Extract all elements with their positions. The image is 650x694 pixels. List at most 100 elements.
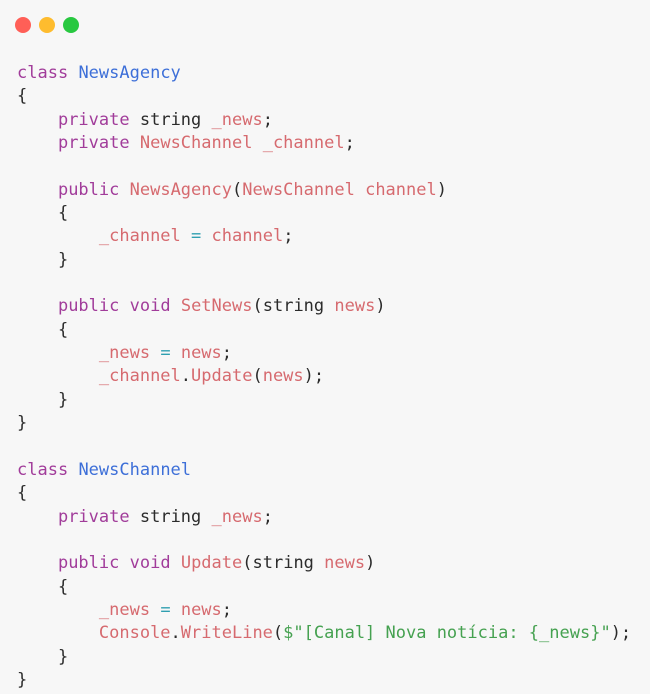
code-line: Console.WriteLine($"[Canal] Nova notícia… — [17, 622, 631, 645]
code-token: ; — [221, 343, 233, 364]
code-token: void — [129, 296, 171, 317]
code-token: NewsAgency — [129, 179, 232, 200]
code-token: } — [57, 389, 69, 410]
code-token: { — [57, 203, 69, 224]
code-token: ; — [262, 506, 273, 527]
code-token: _channel — [262, 133, 345, 154]
code-token: private — [57, 506, 130, 527]
code-token: _news — [211, 506, 263, 527]
code-token: $"[Canal] Nova notícia: {_news}" — [283, 623, 611, 644]
code-token: SetNews — [180, 296, 253, 317]
code-line: public void Update(string news) — [17, 552, 631, 575]
code-token: } — [17, 669, 28, 690]
code-token: NewsChannel — [242, 179, 355, 200]
code-token: news — [334, 296, 376, 317]
code-token: } — [17, 413, 28, 434]
code-block: class NewsAgency{ private string _news; … — [17, 62, 631, 692]
maximize-icon[interactable] — [63, 17, 79, 33]
code-token: _news — [98, 599, 151, 620]
code-token: void — [129, 553, 171, 574]
code-token: _channel — [98, 366, 181, 387]
code-line: { — [17, 319, 631, 342]
code-token: _news — [98, 343, 151, 364]
code-token: ) — [375, 296, 386, 317]
code-line: private string _news; — [17, 506, 631, 529]
code-token: _news — [211, 109, 263, 130]
code-token: . — [170, 623, 181, 644]
code-token: private — [57, 133, 130, 154]
code-line: _channel.Update(news); — [17, 365, 631, 388]
code-line: class NewsAgency — [17, 62, 631, 85]
code-token: string — [139, 506, 202, 527]
code-token: ( — [252, 366, 263, 387]
code-token: ; — [283, 226, 294, 247]
code-token: public — [57, 553, 120, 574]
code-token: news — [324, 553, 366, 574]
code-token: NewsChannel — [78, 459, 192, 480]
code-token: ( — [272, 623, 284, 644]
code-line: { — [17, 202, 631, 225]
close-icon[interactable] — [15, 17, 31, 33]
code-token: channel — [365, 179, 437, 200]
code-token: } — [57, 646, 69, 667]
code-line: class NewsChannel — [17, 459, 631, 482]
code-token: class — [17, 63, 69, 83]
code-token: news — [180, 599, 222, 620]
code-token: ( — [242, 553, 253, 574]
code-token: public — [57, 296, 120, 317]
code-token: ) — [436, 179, 447, 200]
code-token: NewsChannel — [139, 133, 253, 154]
window-controls — [15, 17, 79, 33]
code-line: } — [17, 249, 631, 272]
code-line: { — [17, 576, 631, 599]
minimize-icon[interactable] — [39, 17, 55, 33]
code-line: private string _news; — [17, 109, 631, 132]
code-line: { — [17, 482, 631, 505]
code-token: NewsAgency — [78, 63, 181, 83]
code-token: _channel — [98, 226, 181, 247]
code-token: { — [17, 483, 28, 504]
code-token: channel — [211, 226, 284, 247]
code-window: class NewsAgency{ private string _news; … — [0, 0, 650, 694]
code-line: } — [17, 389, 631, 412]
code-token: string — [252, 553, 314, 574]
code-token: ; — [262, 109, 273, 130]
code-token: private — [57, 109, 130, 130]
code-token: WriteLine — [180, 623, 273, 644]
code-token: { — [57, 576, 69, 597]
code-token: string — [139, 109, 202, 130]
code-line: _channel = channel; — [17, 225, 631, 248]
code-token: public — [57, 179, 120, 200]
code-line: public NewsAgency(NewsChannel channel) — [17, 179, 631, 202]
code-line: { — [17, 85, 631, 108]
code-token: ); — [303, 366, 325, 387]
